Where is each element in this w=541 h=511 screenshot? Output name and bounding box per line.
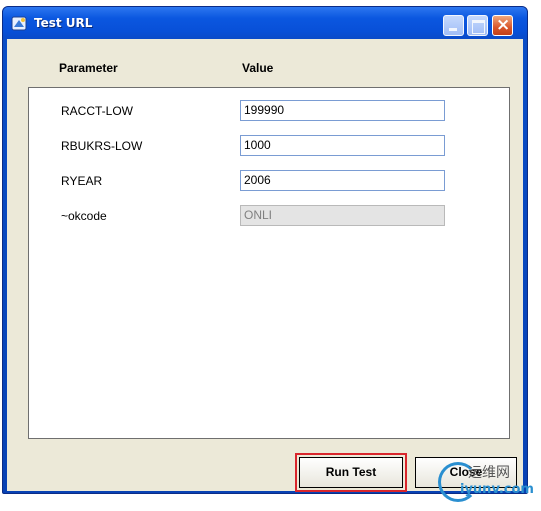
- close-icon: ×: [496, 15, 511, 35]
- test-url-window: Test URL × Parameter Value RACCT-LOW 199…: [2, 6, 528, 494]
- dialog-client-area: Parameter Value RACCT-LOW 199990 RBUKRS-…: [7, 39, 523, 492]
- parameter-label: RYEAR: [61, 174, 103, 188]
- parameter-value-input[interactable]: 2006: [240, 170, 445, 191]
- parameter-label: ~okcode: [61, 209, 107, 223]
- okcode-value-input: ONLI: [240, 205, 445, 226]
- parameter-value-input[interactable]: 1000: [240, 135, 445, 156]
- parameter-value-input[interactable]: 199990: [240, 100, 445, 121]
- parameter-label: RACCT-LOW: [61, 104, 133, 118]
- parameter-row: RYEAR 2006: [29, 170, 509, 192]
- site-watermark-logo: 运维网 iyunv.com: [438, 458, 538, 508]
- parameter-column-header: Parameter: [59, 61, 118, 75]
- parameter-label: RBUKRS-LOW: [61, 139, 143, 153]
- close-window-button[interactable]: ×: [492, 15, 513, 36]
- title-bar[interactable]: Test URL ×: [3, 7, 527, 39]
- minimize-button[interactable]: [443, 15, 464, 36]
- parameter-row: RACCT-LOW 199990: [29, 100, 509, 122]
- value-column-header: Value: [242, 61, 274, 75]
- parameter-row: ~okcode ONLI: [29, 205, 509, 227]
- app-icon: [11, 16, 27, 31]
- watermark-en-text: iyunv.com: [460, 482, 534, 497]
- watermark-cn-text: 运维网: [468, 465, 510, 481]
- maximize-button[interactable]: [467, 15, 488, 36]
- window-title: Test URL: [34, 16, 93, 30]
- parameter-list-panel: RACCT-LOW 199990 RBUKRS-LOW 1000 RYEAR 2…: [28, 87, 510, 439]
- run-test-button[interactable]: Run Test: [295, 453, 407, 492]
- parameter-row: RBUKRS-LOW 1000: [29, 135, 509, 157]
